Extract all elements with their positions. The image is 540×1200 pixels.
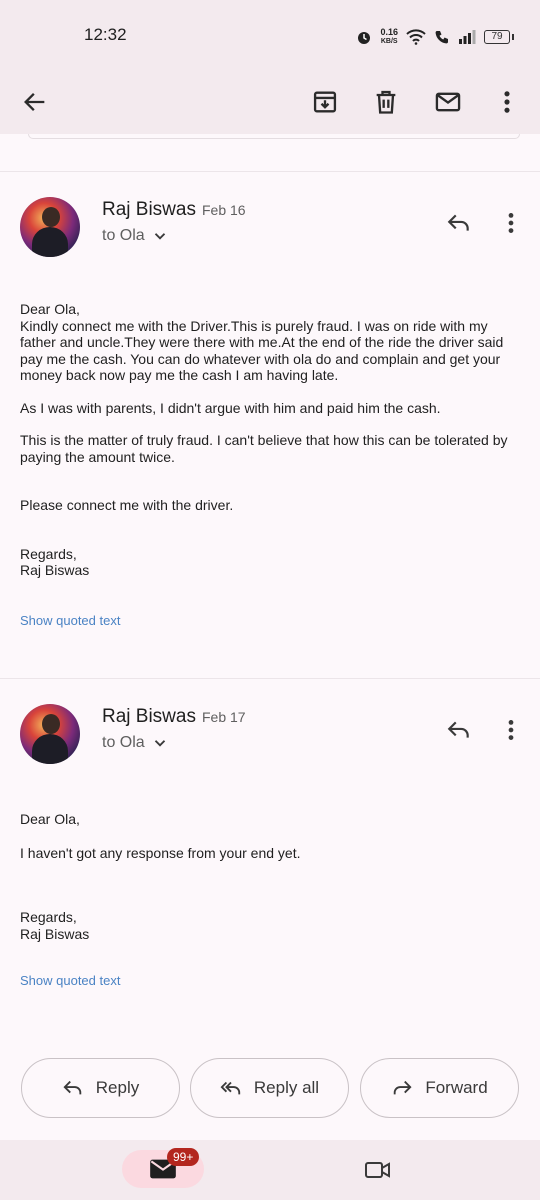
reply-button[interactable]: Reply [21,1058,180,1118]
more-vert-icon [508,720,514,740]
reply-icon-button[interactable] [439,710,479,750]
avatar[interactable] [20,197,80,257]
mail-icon [435,92,461,112]
paragraph: Regards, Raj Biswas [20,909,90,942]
more-vert-icon [504,91,510,113]
paragraph: Dear Ola, Kindly connect me with the Dri… [20,301,504,383]
paragraph: Please connect me with the driver. [20,497,234,513]
battery-indicator: 79 [484,30,514,44]
call-icon [435,31,448,44]
more-options-button[interactable] [483,78,531,126]
avatar[interactable] [20,704,80,764]
message-2: Raj Biswas Feb 17 to Ola Dear Ola, I have… [0,679,540,1039]
status-time: 12:32 [84,25,127,44]
reply-actions: Reply Reply all Forward [0,1058,540,1118]
signal-icon [459,30,476,44]
reply-icon [447,214,469,231]
wifi-icon [406,29,426,45]
alarm-icon [358,32,371,44]
forward-button[interactable]: Forward [360,1058,519,1118]
arrow-back-icon [24,93,45,111]
more-vert-icon [508,213,514,233]
message-more-button[interactable] [491,203,531,243]
trash-icon [376,90,396,114]
show-quoted-text-link[interactable]: Show quoted text [20,613,120,628]
mark-unread-button[interactable] [424,78,472,126]
reply-icon [447,721,469,738]
paragraph: This is the matter of truly fraud. I can… [20,432,508,465]
archive-button[interactable] [301,78,349,126]
delete-button[interactable] [362,78,410,126]
recipient-toggle[interactable]: to Ola [102,734,169,752]
paragraph: As I was with parents, I didn't argue wi… [20,399,441,416]
bottom-navigation: 99+ [0,1140,540,1200]
unread-count-badge: 99+ [167,1148,200,1166]
status-icons: 0.16 KB/S 79 [356,24,514,50]
archive-icon [313,91,337,113]
message-date: Feb 17 [201,709,246,725]
reply-all-label: Reply all [253,1078,320,1097]
chevron-down-icon [154,740,165,747]
sender-name: Raj Biswas Feb 17 [102,706,246,727]
message-body: Dear Ola, Kindly connect me with the Dri… [20,301,520,579]
chevron-down-icon [154,233,165,240]
status-bar: 12:32 0.16 KB/S 79 [0,0,540,70]
reply-all-icon [220,1081,241,1095]
reply-icon [63,1080,82,1095]
message-1: Raj Biswas Feb 16 to Ola Dear Ola, Kindly… [0,172,540,677]
show-quoted-text-link[interactable]: Show quoted text [20,973,120,988]
nav-meet[interactable] [358,1154,398,1186]
reply-label: Reply [95,1078,140,1097]
paragraph: I haven't got any response from your end… [20,844,301,861]
forward-icon [394,1080,412,1095]
top-toolbar [0,70,540,134]
message-body: Dear Ola, I haven't got any response fro… [20,811,520,942]
paragraph: Dear Ola, [20,811,80,827]
videocam-icon [365,1162,390,1178]
reply-all-button[interactable]: Reply all [190,1058,349,1118]
message-date: Feb 16 [201,202,246,218]
sender-name: Raj Biswas Feb 16 [102,199,246,220]
previous-card-edge [28,134,520,139]
back-button[interactable] [11,78,59,126]
paragraph: Regards, Raj Biswas [20,545,90,579]
network-speed: 0.16 KB/S [380,27,398,46]
recipient-toggle[interactable]: to Ola [102,227,169,245]
reply-icon-button[interactable] [439,203,479,243]
message-more-button[interactable] [491,710,531,750]
forward-label: Forward [425,1078,488,1097]
